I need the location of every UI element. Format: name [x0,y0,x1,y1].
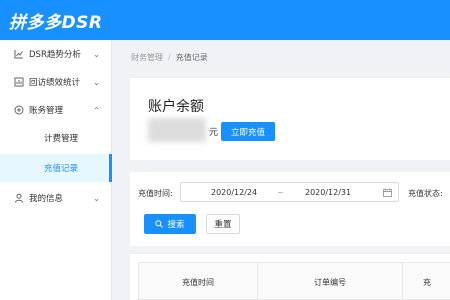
sidebar-item-my-info[interactable]: 我的信息 ⌄ [0,184,112,212]
sidebar-item-recharge-records[interactable]: 充值记录 [0,154,112,182]
chevron-down-icon: ⌄ [93,49,100,59]
report-icon [14,77,24,87]
search-icon [155,220,164,228]
breadcrumb: 财务管理 / 充值记录 [131,52,208,63]
balance-unit: 元 [209,128,219,138]
sidebar-item-label: 计费管理 [44,134,79,144]
date-range-separator: ~ [277,188,284,197]
sidebar-item-dsr-trend[interactable]: DSR趋势分析 ⌄ [0,40,112,68]
search-button-label: 搜索 [167,220,185,230]
breadcrumb-separator: / [168,53,171,62]
reset-button[interactable]: 重置 [206,214,240,234]
plus-circle-icon [14,105,24,115]
sidebar-item-label: 我的信息 [29,194,64,204]
balance-amount-redacted [148,118,206,142]
chevron-up-icon: ⌃ [93,105,100,115]
chevron-down-icon: ⌄ [93,193,100,203]
app-logo[interactable]: 拼多多DSR [9,8,102,33]
sidebar-item-label: 充值记录 [44,164,79,174]
account-balance-card: 账户余额 元 立即充值 [130,78,450,160]
recharge-status-label: 充值状态: [408,189,443,198]
chevron-down-icon: ⌄ [93,77,100,87]
breadcrumb-parent[interactable]: 财务管理 [131,53,163,62]
start-date-value[interactable]: 2020/12/24 [211,188,257,197]
column-header-status: 充 [423,277,431,287]
account-balance-title: 账户余额 [148,99,204,115]
date-range-picker[interactable]: 2020/12/24 ~ 2020/12/31 [180,182,399,202]
user-icon [14,193,24,203]
table-header: 充值时间 订单编号 充 [138,262,450,300]
column-header-order-number: 订单编号 [258,263,403,300]
sidebar-item-accounts[interactable]: 账务管理 ⌃ [0,96,112,124]
search-button[interactable]: 搜索 [144,214,196,234]
breadcrumb-current: 充值记录 [175,53,208,62]
records-table-card: 充值时间 订单编号 充 [130,254,450,300]
recharge-now-button[interactable]: 立即充值 [221,122,275,141]
column-header-recharge-time: 充值时间 [139,263,258,300]
trend-chart-icon [14,49,24,59]
sidebar-item-label: DSR趋势分析 [29,50,81,60]
sidebar-item-billing[interactable]: 计费管理 [0,124,112,152]
sidebar: DSR趋势分析 ⌄ 回访绩效统计 ⌄ 账务管理 ⌃ 计费管理 充值记录 我的信息… [0,40,112,300]
top-bar: 拼多多DSR [0,0,450,40]
filter-card: 充值时间: 2020/12/24 ~ 2020/12/31 充值状态: 搜索 重… [130,172,450,246]
sidebar-item-visit-performance[interactable]: 回访绩效统计 ⌄ [0,68,112,96]
end-date-value[interactable]: 2020/12/31 [305,188,351,197]
sidebar-item-label: 回访绩效统计 [29,78,81,88]
calendar-icon [383,188,392,197]
recharge-time-label: 充值时间: [138,189,173,198]
sidebar-item-label: 账务管理 [29,106,64,116]
